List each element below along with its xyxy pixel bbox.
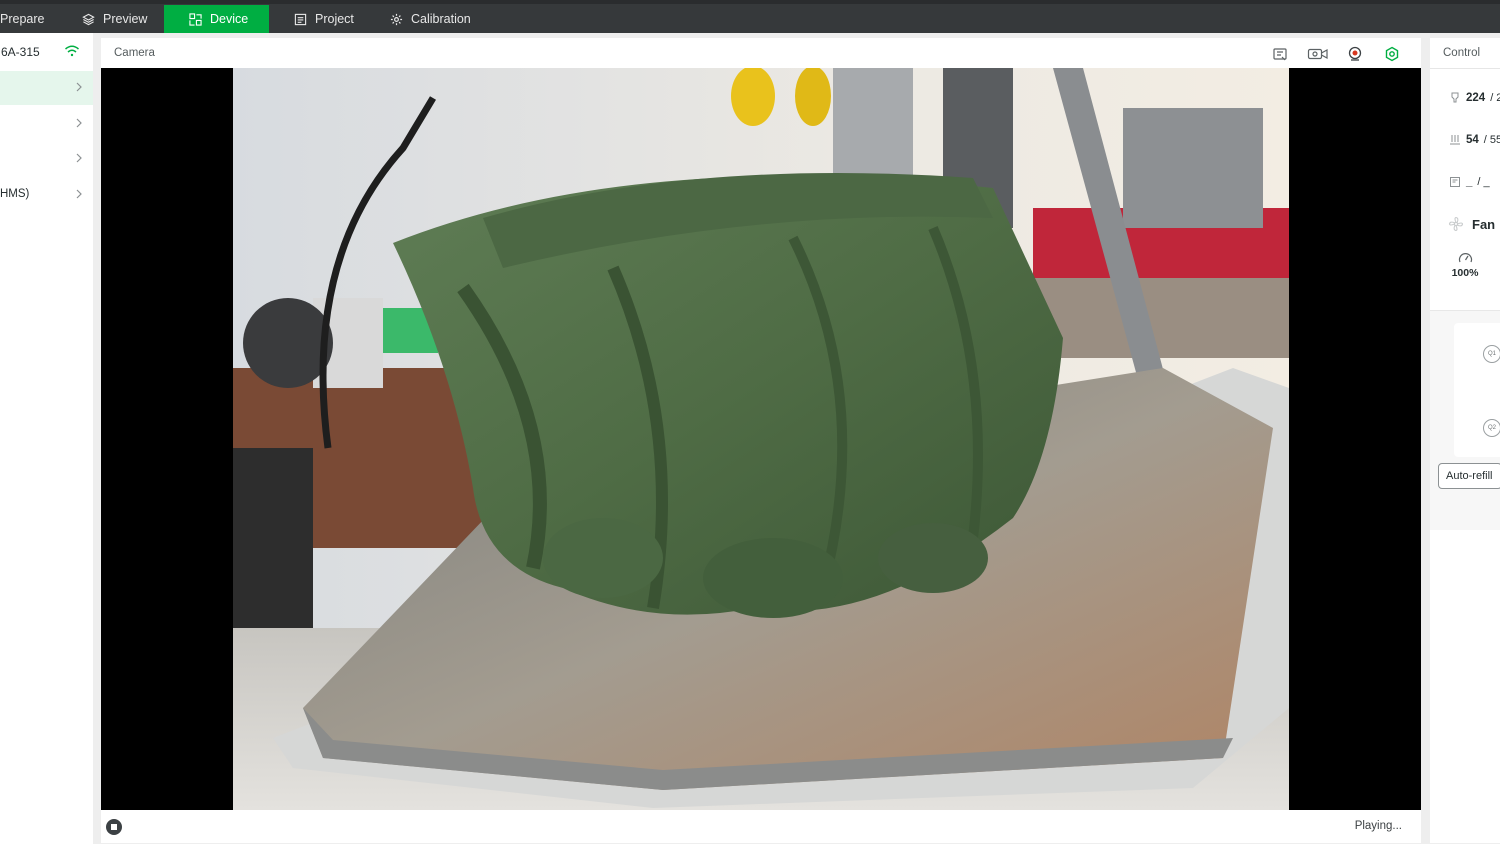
camera-panel: Camera Playing...	[101, 38, 1421, 843]
top-navigation-bar: Prepare Preview Device Project Calibrati…	[0, 0, 1500, 33]
bed-temp-row[interactable]: 54 / 55	[1449, 134, 1500, 146]
tab-label: Calibration	[411, 12, 471, 26]
gear-icon	[390, 13, 403, 25]
layers-icon	[82, 13, 95, 25]
auto-refill-label: Auto-refill	[1446, 470, 1493, 482]
tab-calibration[interactable]: Calibration	[390, 5, 485, 33]
camera-title: Camera	[114, 47, 155, 59]
tab-prepare[interactable]: Prepare	[0, 5, 60, 33]
camera-feed-image	[233, 68, 1289, 810]
bed-temp-value: 54	[1466, 134, 1479, 146]
tab-label: Project	[315, 12, 354, 26]
device-sidebar: 6A-315 HMS)	[0, 33, 93, 844]
nozzle-icon	[1451, 92, 1459, 103]
device-icon	[189, 12, 202, 26]
slot-label: Q2	[1487, 425, 1496, 431]
camera-record-icon[interactable]	[1307, 46, 1329, 62]
ams-slot[interactable]: Q2	[1483, 419, 1500, 437]
camera-status-bar: Playing...	[101, 810, 1421, 843]
settings-hex-icon[interactable]	[1384, 46, 1400, 62]
nozzle-temp-row[interactable]: 224 / 2	[1449, 92, 1500, 104]
fan-icon	[1448, 216, 1464, 232]
nozzle-temp-value: 224	[1466, 92, 1486, 104]
ams-panel: Q1 Q2 Auto-refill	[1430, 310, 1500, 530]
sidebar-item-label: HMS)	[0, 188, 30, 200]
tab-device[interactable]: Device	[164, 5, 269, 33]
project-icon	[294, 13, 307, 25]
camera-video-feed[interactable]	[101, 68, 1421, 810]
webcam-icon[interactable]	[1347, 46, 1363, 62]
chamber-icon	[1450, 177, 1460, 187]
sd-card-icon[interactable]	[1272, 46, 1288, 62]
tab-label: Prepare	[0, 12, 45, 26]
auto-refill-button[interactable]: Auto-refill	[1438, 463, 1500, 489]
print-speed-button[interactable]: 100%	[1450, 251, 1480, 279]
chamber-temp-target: / _	[1477, 176, 1490, 188]
sidebar-item-hms[interactable]: HMS)	[0, 178, 93, 212]
tab-label: Device	[210, 12, 249, 26]
speed-value: 100%	[1451, 267, 1479, 279]
chevron-right-icon	[76, 118, 82, 128]
slot-label: Q1	[1487, 351, 1496, 357]
heatbed-icon	[1450, 135, 1460, 145]
tab-project[interactable]: Project	[294, 5, 374, 33]
wifi-icon	[65, 45, 79, 57]
chevron-right-icon	[76, 153, 82, 163]
fan-button[interactable]: Fan	[1448, 216, 1495, 232]
ams-slot-container: Q1 Q2	[1454, 323, 1500, 457]
chevron-right-icon	[76, 82, 82, 92]
stop-icon[interactable]	[106, 819, 122, 835]
control-title: Control	[1443, 47, 1481, 59]
bed-temp-target: / 55	[1483, 134, 1500, 146]
tab-label: Preview	[103, 12, 148, 26]
chevron-right-icon	[76, 189, 82, 199]
sidebar-item-3[interactable]	[0, 142, 93, 176]
device-name[interactable]: 6A-315	[1, 45, 40, 59]
ams-slot[interactable]: Q1	[1483, 345, 1500, 363]
chamber-temp-value: _	[1466, 176, 1473, 188]
sidebar-item-1[interactable]	[0, 71, 93, 105]
fan-label: Fan	[1472, 216, 1496, 232]
playback-status: Playing...	[1354, 820, 1402, 832]
control-panel: Control 224 / 2 54 / 55 _ / _ Fan 100% Q…	[1430, 38, 1500, 843]
sidebar-item-2[interactable]	[0, 107, 93, 141]
divider	[1430, 68, 1500, 69]
speedometer-icon	[1458, 253, 1472, 263]
tab-preview[interactable]: Preview	[82, 5, 162, 33]
nozzle-temp-target: / 2	[1490, 92, 1500, 104]
chamber-temp-row[interactable]: _ / _	[1449, 176, 1490, 188]
